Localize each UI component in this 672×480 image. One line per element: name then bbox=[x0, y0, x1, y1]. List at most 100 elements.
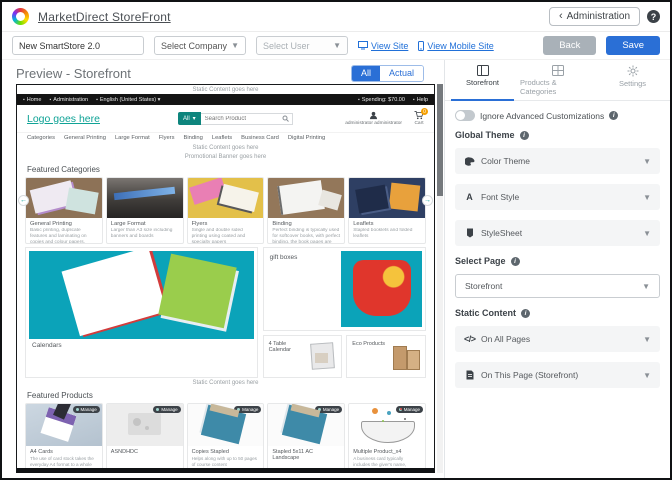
preview-scrollbar[interactable] bbox=[437, 84, 443, 473]
product-card[interactable]: Manage Multiple Product_x4 A business ca… bbox=[348, 403, 426, 473]
manage-badge[interactable]: Manage bbox=[153, 406, 180, 413]
manage-icon bbox=[318, 408, 321, 411]
storefront-layout-icon bbox=[477, 65, 489, 76]
sf-search-input[interactable] bbox=[201, 113, 293, 125]
nav-item-large-format[interactable]: Large Format bbox=[115, 135, 150, 141]
nav-item-binding[interactable]: Binding bbox=[184, 135, 203, 141]
panel-body: Ignore Advanced Customizations i Global … bbox=[445, 101, 670, 407]
chevron-down-icon: ▾ bbox=[193, 115, 196, 122]
on-all-pages-accordion[interactable]: </> On All Pages ▼ bbox=[455, 326, 660, 352]
nav-item-general-printing[interactable]: General Printing bbox=[64, 135, 106, 141]
info-icon[interactable]: i bbox=[511, 257, 520, 266]
category-card[interactable]: Binding Perfect binding is typically use… bbox=[267, 177, 345, 244]
eco-products-card[interactable]: Eco Products bbox=[346, 335, 426, 378]
sf-home-link[interactable]: ▪Home bbox=[23, 97, 41, 103]
chevron-down-icon: ▼ bbox=[642, 282, 650, 291]
search-icon[interactable] bbox=[282, 115, 289, 122]
tab-settings[interactable]: Settings bbox=[595, 60, 670, 100]
calendars-card[interactable]: Calendars bbox=[25, 247, 258, 378]
product-card[interactable]: Manage ASNDHDC Buy Now bbox=[106, 403, 184, 473]
preview-header: Preview - Storefront All Actual bbox=[2, 60, 444, 84]
category-card[interactable]: Flyers Single and double sided printing … bbox=[187, 177, 265, 244]
buy-now-button[interactable]: Buy Now bbox=[30, 472, 98, 473]
info-icon[interactable]: i bbox=[609, 111, 618, 120]
sf-administration-link[interactable]: ▪Administration bbox=[49, 97, 88, 103]
color-theme-accordion[interactable]: Color Theme ▼ bbox=[455, 148, 660, 174]
header-actions: ‹ Administration ? bbox=[549, 7, 660, 26]
product-card[interactable]: Manage Stapled 5x11 AC Landscape Buy Now bbox=[267, 403, 345, 473]
static-content-placeholder: Static Content goes here bbox=[17, 143, 434, 152]
scrollbar-thumb[interactable] bbox=[437, 84, 443, 196]
sf-help-link[interactable]: ▪Help bbox=[413, 97, 428, 103]
toggle-all-button[interactable]: All bbox=[352, 66, 380, 81]
buy-now-button[interactable]: Buy Now bbox=[111, 472, 179, 473]
cart-count-badge: 0 bbox=[421, 108, 428, 115]
store-name-input[interactable] bbox=[12, 36, 144, 55]
product-card[interactable]: Manage A4 Cards The use of card stock ta… bbox=[25, 403, 103, 473]
category-carousel: ← → General Printing Basic printing, dup… bbox=[17, 177, 434, 244]
sf-user-menu[interactable]: administrator administrator bbox=[345, 111, 402, 126]
nav-item-digital-printing[interactable]: Digital Printing bbox=[288, 135, 325, 141]
manage-badge[interactable]: Manage bbox=[73, 406, 100, 413]
static-content-label: Static Content i bbox=[455, 308, 660, 318]
stylesheet-accordion[interactable]: StyleSheet ▼ bbox=[455, 220, 660, 246]
carousel-prev-button[interactable]: ← bbox=[18, 195, 29, 206]
sf-cart-button[interactable]: 0 Cart bbox=[414, 111, 424, 126]
chevron-down-icon: ▾ bbox=[158, 97, 161, 103]
featured-products-heading: Featured Products bbox=[17, 387, 434, 403]
category-card[interactable]: General Printing Basic printing, duplica… bbox=[25, 177, 103, 244]
nav-item-flyers[interactable]: Flyers bbox=[159, 135, 175, 141]
toggle-actual-button[interactable]: Actual bbox=[380, 66, 423, 81]
calendars-image bbox=[29, 251, 254, 339]
home-icon: ▪ bbox=[23, 97, 25, 103]
category-card[interactable]: Leaflets Stapled booklets and folded lea… bbox=[348, 177, 426, 244]
table-calendar-card[interactable]: 4 Table Calendar bbox=[263, 335, 343, 378]
select-company-dropdown[interactable]: Select Company ▼ bbox=[154, 36, 246, 55]
storefront-topbar: ▪Home ▪Administration ▪English (United S… bbox=[17, 94, 434, 105]
buy-now-button[interactable]: Buy Now bbox=[192, 472, 260, 473]
app-logo-icon bbox=[12, 8, 29, 25]
app-title[interactable]: MarketDirect StoreFront bbox=[38, 10, 171, 24]
product-image-placeholder: Manage bbox=[107, 404, 183, 446]
font-style-accordion[interactable]: A Font Style ▼ bbox=[455, 184, 660, 210]
select-page-label: Select Page i bbox=[455, 256, 660, 266]
manage-badge[interactable]: Manage bbox=[315, 406, 342, 413]
nav-item-business-card[interactable]: Business Card bbox=[241, 135, 279, 141]
tab-products-categories[interactable]: Products & Categories bbox=[520, 60, 595, 100]
select-page-dropdown[interactable]: Storefront ▼ bbox=[455, 274, 660, 298]
sf-search-bar: All▾ bbox=[178, 112, 289, 125]
manage-badge[interactable]: Manage bbox=[396, 406, 423, 413]
main-area: Preview - Storefront All Actual Static C… bbox=[2, 60, 670, 478]
administration-label: Administration bbox=[567, 11, 630, 22]
product-card[interactable]: Manage Copies Stapled Helps along with u… bbox=[187, 403, 265, 473]
save-button[interactable]: Save bbox=[606, 36, 660, 55]
ignore-customizations-toggle[interactable] bbox=[455, 110, 475, 121]
info-icon[interactable]: i bbox=[520, 131, 529, 140]
info-icon[interactable]: i bbox=[521, 309, 530, 318]
chevron-left-icon: ‹ bbox=[559, 11, 563, 22]
help-icon[interactable]: ? bbox=[647, 10, 660, 23]
nav-item-categories[interactable]: Categories bbox=[27, 135, 55, 141]
sf-spending-label[interactable]: ▪Spending: $70.00 bbox=[358, 97, 405, 103]
eco-products-image bbox=[389, 338, 423, 375]
featured-categories-heading: Featured Categories bbox=[17, 161, 434, 177]
promo-grid: Calendars gift boxes 4 Table Calendar bbox=[17, 244, 434, 378]
category-card[interactable]: Large Format Larger than A3 size includi… bbox=[106, 177, 184, 244]
sf-logo-link[interactable]: Logo goes here bbox=[27, 113, 100, 125]
sf-search-scope-dropdown[interactable]: All▾ bbox=[178, 112, 201, 125]
monitor-icon bbox=[358, 41, 368, 50]
manage-badge[interactable]: Manage bbox=[234, 406, 261, 413]
tab-storefront[interactable]: Storefront bbox=[445, 60, 520, 100]
back-button[interactable]: Back bbox=[543, 36, 596, 55]
manage-icon bbox=[399, 408, 402, 411]
on-this-page-accordion[interactable]: On This Page (Storefront) ▼ bbox=[455, 362, 660, 388]
nav-item-leaflets[interactable]: Leaflets bbox=[212, 135, 232, 141]
view-mobile-site-link[interactable]: View Mobile Site bbox=[418, 41, 493, 51]
chevron-down-icon: ▼ bbox=[643, 229, 651, 238]
sf-language-selector[interactable]: ▪English (United States) ▾ bbox=[96, 97, 160, 103]
select-user-dropdown[interactable]: Select User ▼ bbox=[256, 36, 348, 55]
gift-boxes-card[interactable]: gift boxes bbox=[263, 247, 426, 331]
carousel-next-button[interactable]: → bbox=[422, 195, 433, 206]
view-site-link[interactable]: View Site bbox=[358, 41, 408, 51]
administration-button[interactable]: ‹ Administration bbox=[549, 7, 640, 26]
